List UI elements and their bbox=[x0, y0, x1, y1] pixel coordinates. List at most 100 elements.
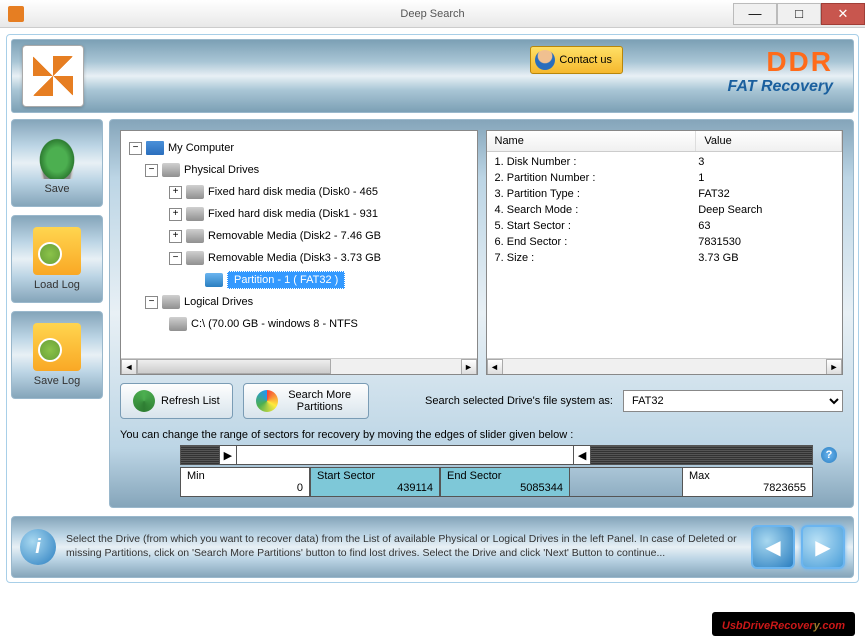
sidebar: Save Load Log Save Log bbox=[11, 119, 103, 508]
start-sector-box: Start Sector 439114 bbox=[310, 467, 440, 497]
save-button[interactable]: Save bbox=[11, 119, 103, 207]
hdd-icon bbox=[186, 185, 204, 199]
expand-icon[interactable]: + bbox=[169, 230, 182, 243]
footer-bar: i Select the Drive (from which you want … bbox=[11, 516, 854, 578]
search-more-partitions-button[interactable]: Search More Partitions bbox=[243, 383, 369, 419]
maximize-button[interactable]: □ bbox=[777, 3, 821, 25]
load-log-label: Load Log bbox=[34, 279, 80, 291]
slider-range-right bbox=[591, 446, 812, 464]
tree-logical-drives[interactable]: − Logical Drives bbox=[125, 291, 473, 313]
brand-sub: FAT Recovery bbox=[727, 78, 833, 96]
detail-row: 5. Start Sector :63 bbox=[487, 218, 843, 234]
detail-row: 7. Size :3.73 GB bbox=[487, 250, 843, 266]
col-value[interactable]: Value bbox=[696, 131, 842, 151]
min-box: Min 0 bbox=[180, 467, 310, 497]
collapse-icon[interactable]: − bbox=[169, 252, 182, 265]
tree-disk3[interactable]: − Removable Media (Disk3 - 3.73 GB bbox=[125, 247, 473, 269]
detail-row: 1. Disk Number :3 bbox=[487, 154, 843, 170]
tree-disk2[interactable]: + Removable Media (Disk2 - 7.46 GB bbox=[125, 225, 473, 247]
col-name[interactable]: Name bbox=[487, 131, 697, 151]
minimize-button[interactable]: — bbox=[733, 3, 777, 25]
logo-icon bbox=[33, 56, 73, 96]
filesystem-label: Search selected Drive's file system as: bbox=[425, 395, 613, 407]
scroll-left-button[interactable]: ◄ bbox=[121, 359, 137, 375]
sector-gap bbox=[570, 467, 683, 497]
tree-disk1[interactable]: + Fixed hard disk media (Disk1 - 931 bbox=[125, 203, 473, 225]
tree-disk0[interactable]: + Fixed hard disk media (Disk0 - 465 bbox=[125, 181, 473, 203]
computer-icon bbox=[146, 141, 164, 155]
filesystem-select[interactable]: FAT32 bbox=[623, 390, 843, 412]
tree-root[interactable]: − My Computer bbox=[125, 137, 473, 159]
contact-label: Contact us bbox=[559, 54, 612, 66]
collapse-icon[interactable]: − bbox=[145, 296, 158, 309]
load-log-button[interactable]: Load Log bbox=[11, 215, 103, 303]
drive-tree[interactable]: − My Computer − Physical Drives + bbox=[121, 131, 477, 341]
end-sector-box: End Sector 5085344 bbox=[440, 467, 570, 497]
slider-section: You can change the range of sectors for … bbox=[120, 429, 843, 497]
tree-physical-drives[interactable]: − Physical Drives bbox=[125, 159, 473, 181]
brand-main: DDR bbox=[727, 46, 833, 78]
removable-icon bbox=[186, 229, 204, 243]
save-label: Save bbox=[44, 183, 69, 195]
tree-hscrollbar[interactable]: ◄ ► bbox=[121, 358, 477, 374]
scroll-track[interactable] bbox=[503, 359, 827, 374]
scroll-thumb[interactable] bbox=[137, 359, 331, 374]
scroll-right-button[interactable]: ► bbox=[461, 359, 477, 375]
close-button[interactable]: ✕ bbox=[821, 3, 865, 25]
scroll-right-button[interactable]: ► bbox=[826, 359, 842, 375]
expand-icon[interactable]: + bbox=[169, 208, 182, 221]
window-controls: — □ ✕ bbox=[733, 3, 865, 25]
refresh-icon bbox=[133, 390, 155, 412]
main-frame: Contact us DDR FAT Recovery Save Load Lo… bbox=[6, 34, 859, 583]
refresh-list-button[interactable]: Refresh List bbox=[120, 383, 233, 419]
sector-slider[interactable]: ▶ ◀ bbox=[180, 445, 813, 465]
collapse-icon[interactable]: − bbox=[145, 164, 158, 177]
details-body: 1. Disk Number :3 2. Partition Number :1… bbox=[487, 152, 843, 268]
slider-handle-start[interactable]: ▶ bbox=[219, 446, 237, 464]
back-button[interactable]: ◀ bbox=[751, 525, 795, 569]
footer-text: Select the Drive (from which you want to… bbox=[66, 533, 741, 560]
center-panel: − My Computer − Physical Drives + bbox=[109, 119, 854, 508]
drive-icon bbox=[162, 295, 180, 309]
detail-row: 6. End Sector :7831530 bbox=[487, 234, 843, 250]
person-icon bbox=[535, 50, 555, 70]
main-row: Save Load Log Save Log − My Compute bbox=[11, 119, 854, 508]
removable-icon bbox=[186, 251, 204, 265]
save-log-label: Save Log bbox=[34, 375, 80, 387]
tree-partition-selected[interactable]: Partition - 1 ( FAT32 ) bbox=[125, 269, 473, 291]
collapse-icon[interactable]: − bbox=[129, 142, 142, 155]
detail-row: 2. Partition Number :1 bbox=[487, 170, 843, 186]
window-title: Deep Search bbox=[400, 8, 464, 20]
pie-icon bbox=[256, 390, 278, 412]
app-icon bbox=[8, 6, 24, 22]
save-log-button[interactable]: Save Log bbox=[11, 311, 103, 399]
titlebar: Deep Search — □ ✕ bbox=[0, 0, 865, 28]
scroll-track[interactable] bbox=[137, 359, 461, 374]
next-button[interactable]: ▶ bbox=[801, 525, 845, 569]
nav-buttons: ◀ ▶ bbox=[751, 525, 845, 569]
max-box: Max 7823655 bbox=[683, 467, 813, 497]
details-panel: Name Value 1. Disk Number :3 2. Partitio… bbox=[486, 130, 844, 375]
scroll-left-button[interactable]: ◄ bbox=[487, 359, 503, 375]
drive-icon bbox=[162, 163, 180, 177]
drive-tree-panel: − My Computer − Physical Drives + bbox=[120, 130, 478, 375]
info-icon: i bbox=[20, 529, 56, 565]
buttons-row: Refresh List Search More Partitions Sear… bbox=[120, 383, 843, 419]
slider-range-left bbox=[181, 446, 219, 464]
volume-icon bbox=[169, 317, 187, 331]
help-icon[interactable]: ? bbox=[821, 447, 837, 463]
expand-icon[interactable]: + bbox=[169, 186, 182, 199]
folder-save-icon bbox=[33, 323, 81, 371]
slider-instruction: You can change the range of sectors for … bbox=[120, 429, 843, 441]
save-icon bbox=[33, 131, 81, 179]
panels-row: − My Computer − Physical Drives + bbox=[120, 130, 843, 375]
detail-row: 4. Search Mode :Deep Search bbox=[487, 202, 843, 218]
header-banner: Contact us DDR FAT Recovery bbox=[11, 39, 854, 113]
slider-range-selected bbox=[237, 446, 573, 464]
logo-box bbox=[22, 45, 84, 107]
tree-drive-c[interactable]: C:\ (70.00 GB - windows 8 - NTFS bbox=[125, 313, 473, 335]
details-hscrollbar[interactable]: ◄ ► bbox=[487, 358, 843, 374]
slider-handle-end[interactable]: ◀ bbox=[573, 446, 591, 464]
sector-values-row: Min 0 Start Sector 439114 End Sector 508… bbox=[180, 467, 813, 497]
contact-us-button[interactable]: Contact us bbox=[530, 46, 623, 74]
